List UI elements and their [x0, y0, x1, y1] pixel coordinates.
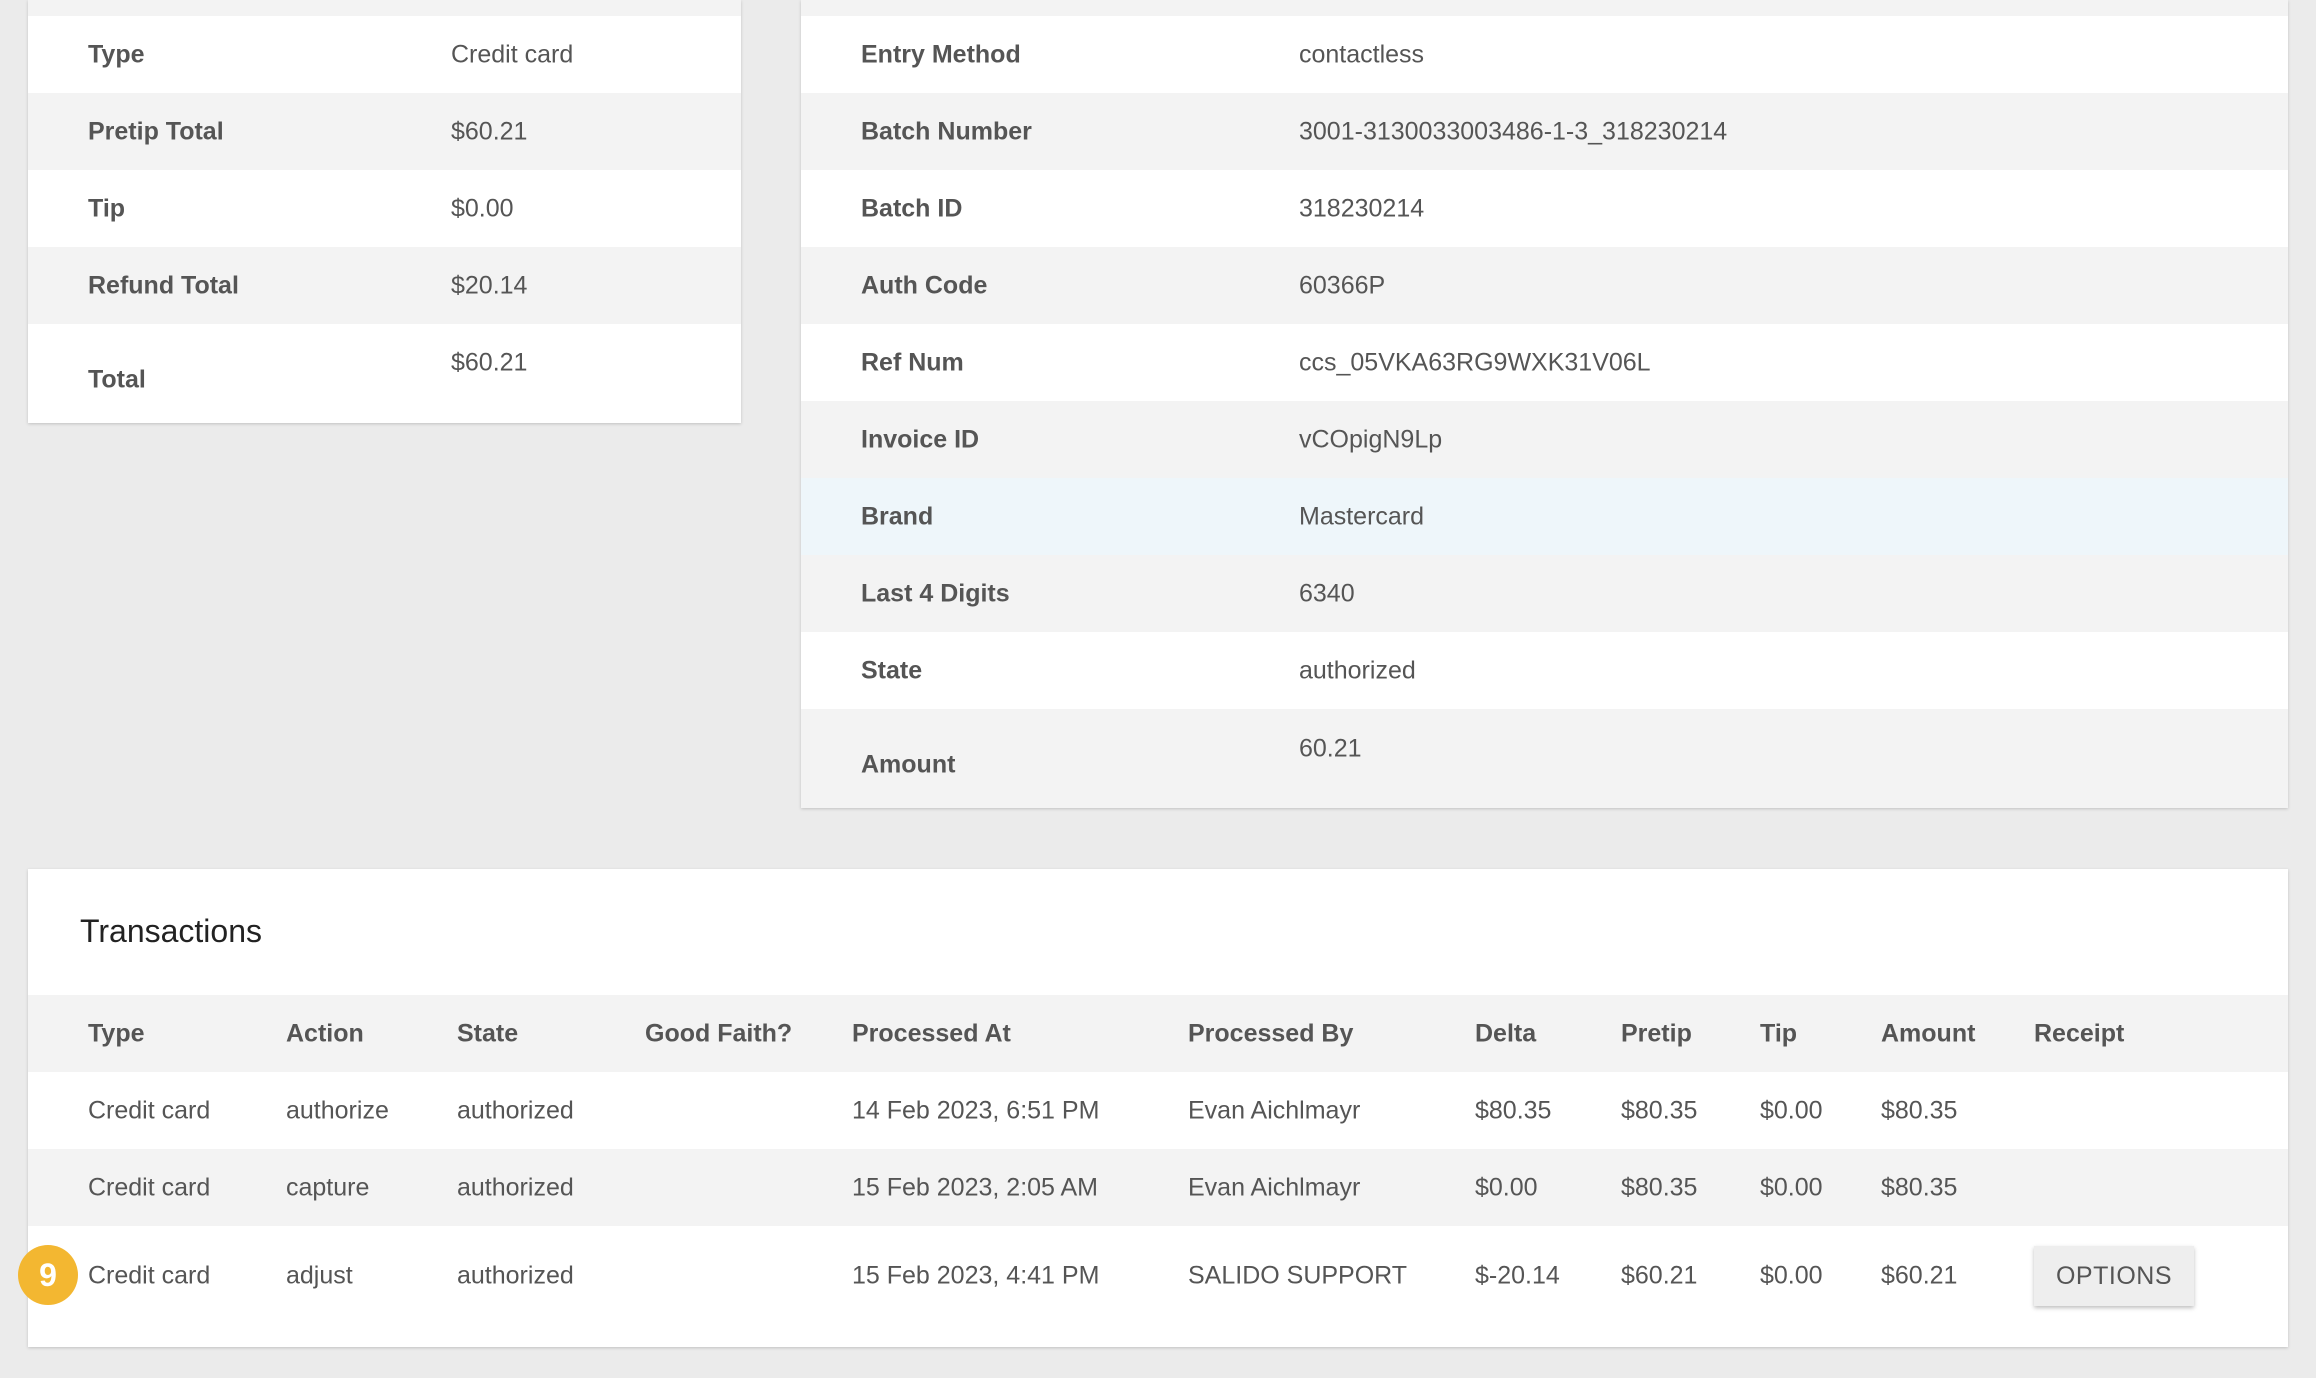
- column-header-amount: Amount: [1881, 1019, 1976, 1047]
- summary-label: Refund Total: [88, 271, 239, 299]
- cell-delta: $-20.14: [1475, 1261, 1560, 1290]
- column-header-processed-at: Processed At: [852, 1019, 1011, 1047]
- cell-delta: $0.00: [1475, 1173, 1538, 1201]
- details-label: Ref Num: [861, 348, 964, 376]
- cell-pretip: $80.35: [1621, 1096, 1698, 1124]
- details-value: vCOpigN9Lp: [1299, 425, 1443, 453]
- details-label: Batch Number: [861, 117, 1032, 145]
- transactions-title: Transactions: [80, 913, 262, 949]
- cell-amount: $60.21: [1881, 1261, 1958, 1290]
- details-row-invoice-id: Invoice ID vCOpigN9Lp: [801, 401, 2288, 478]
- summary-value: $60.21: [451, 348, 528, 377]
- details-label: Batch ID: [861, 194, 963, 222]
- cell-state: authorized: [457, 1096, 574, 1124]
- cell-type: Credit card: [88, 1173, 211, 1201]
- details-value: 60.21: [1299, 734, 1362, 763]
- receipt-options-button[interactable]: OPTIONS: [2034, 1246, 2194, 1306]
- cell-processed-by: Evan Aichlmayr: [1188, 1096, 1361, 1124]
- details-value: authorized: [1299, 656, 1416, 684]
- summary-row-tip: Tip $0.00: [28, 170, 741, 247]
- column-header-receipt: Receipt: [2034, 1019, 2125, 1047]
- summary-row-pretip-total: Pretip Total $60.21: [28, 93, 741, 170]
- details-row-batch-id: Batch ID 318230214: [801, 170, 2288, 247]
- details-label: Invoice ID: [861, 425, 980, 453]
- table-row: Credit card capture authorized 15 Feb 20…: [28, 1149, 2288, 1226]
- cell-type: Credit card: [88, 1096, 211, 1124]
- summary-label: Total: [88, 365, 146, 394]
- summary-value: $0.00: [451, 194, 514, 222]
- cell-processed-at: 14 Feb 2023, 6:51 PM: [852, 1096, 1100, 1124]
- column-header-pretip: Pretip: [1621, 1019, 1692, 1047]
- table-row: Credit card adjust authorized 15 Feb 202…: [28, 1226, 2288, 1326]
- column-header-good-faith: Good Faith?: [645, 1019, 793, 1047]
- step-number-badge: 9: [18, 1245, 78, 1305]
- payment-details-card: Entry Method contactless Batch Number 30…: [801, 0, 2288, 808]
- summary-value: $60.21: [451, 117, 528, 145]
- summary-top-strip: [28, 0, 741, 16]
- summary-row-refund-total: Refund Total $20.14: [28, 247, 741, 324]
- details-label: Auth Code: [861, 271, 988, 299]
- details-value: Mastercard: [1299, 502, 1425, 530]
- cell-processed-by: Evan Aichlmayr: [1188, 1173, 1361, 1201]
- column-header-action: Action: [286, 1019, 364, 1047]
- details-label: State: [861, 656, 923, 684]
- cell-processed-by: SALIDO SUPPORT: [1188, 1261, 1408, 1290]
- cell-type: Credit card: [88, 1261, 211, 1290]
- table-row: Credit card authorize authorized 14 Feb …: [28, 1072, 2288, 1149]
- summary-value: Credit card: [451, 40, 574, 68]
- cell-processed-at: 15 Feb 2023, 4:41 PM: [852, 1261, 1100, 1290]
- summary-label: Tip: [88, 194, 126, 222]
- details-row-entry-method: Entry Method contactless: [801, 16, 2288, 93]
- column-header-type: Type: [88, 1019, 145, 1047]
- details-row-state: State authorized: [801, 632, 2288, 709]
- cell-delta: $80.35: [1475, 1096, 1552, 1124]
- table-header-row: Type Action State Good Faith? Processed …: [28, 995, 2288, 1072]
- column-header-delta: Delta: [1475, 1019, 1537, 1047]
- details-row-amount: Amount 60.21: [801, 709, 2288, 808]
- column-header-state: State: [457, 1019, 519, 1047]
- cell-state: authorized: [457, 1173, 574, 1201]
- cell-amount: $80.35: [1881, 1173, 1958, 1201]
- details-value: 60366P: [1299, 271, 1386, 299]
- cell-pretip: $80.35: [1621, 1173, 1698, 1201]
- cell-tip: $0.00: [1760, 1261, 1823, 1290]
- details-row-brand: Brand Mastercard: [801, 478, 2288, 555]
- cell-action: capture: [286, 1173, 370, 1201]
- details-value: 6340: [1299, 579, 1355, 607]
- details-label: Brand: [861, 502, 934, 530]
- details-row-batch-number: Batch Number 3001-3130033003486-1-3_3182…: [801, 93, 2288, 170]
- details-label: Entry Method: [861, 40, 1021, 68]
- cell-amount: $80.35: [1881, 1096, 1958, 1124]
- summary-row-type: Type Credit card: [28, 16, 741, 93]
- payment-summary-card: Type Credit card Pretip Total $60.21 Tip…: [28, 0, 741, 423]
- details-label: Last 4 Digits: [861, 579, 1010, 607]
- summary-value: $20.14: [451, 271, 528, 299]
- cell-tip: $0.00: [1760, 1096, 1823, 1124]
- details-row-last-4-digits: Last 4 Digits 6340: [801, 555, 2288, 632]
- cell-action: authorize: [286, 1096, 389, 1124]
- cell-action: adjust: [286, 1261, 353, 1290]
- details-row-ref-num: Ref Num ccs_05VKA63RG9WXK31V06L: [801, 324, 2288, 401]
- details-value: 318230214: [1299, 194, 1425, 222]
- cell-processed-at: 15 Feb 2023, 2:05 AM: [852, 1173, 1099, 1201]
- summary-label: Type: [88, 40, 145, 68]
- cell-pretip: $60.21: [1621, 1261, 1698, 1290]
- details-value: contactless: [1299, 40, 1425, 68]
- transactions-card: Transactions Type Action State Good Fait…: [28, 869, 2288, 1347]
- transactions-table: Type Action State Good Faith? Processed …: [28, 995, 2288, 1326]
- details-row-auth-code: Auth Code 60366P: [801, 247, 2288, 324]
- column-header-processed-by: Processed By: [1188, 1019, 1354, 1047]
- cell-state: authorized: [457, 1261, 574, 1290]
- summary-label: Pretip Total: [88, 117, 224, 145]
- summary-row-total: Total $60.21: [28, 324, 741, 422]
- cell-tip: $0.00: [1760, 1173, 1823, 1201]
- details-value: 3001-3130033003486-1-3_318230214: [1299, 117, 1728, 145]
- details-value: ccs_05VKA63RG9WXK31V06L: [1299, 348, 1651, 376]
- details-top-strip: [801, 0, 2288, 16]
- column-header-tip: Tip: [1760, 1019, 1798, 1047]
- details-label: Amount: [861, 750, 956, 779]
